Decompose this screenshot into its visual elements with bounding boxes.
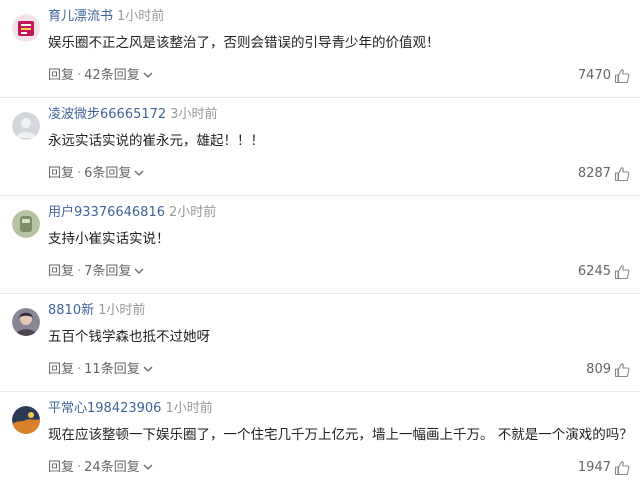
like-button[interactable]: 7470 bbox=[578, 67, 630, 85]
thumbs-up-icon bbox=[614, 461, 630, 476]
like-count: 809 bbox=[586, 362, 611, 377]
timestamp: 1小时前 bbox=[165, 401, 213, 416]
thumbs-up-icon bbox=[614, 167, 630, 182]
comment-meta: 凌波微步66665172 3小时前 bbox=[48, 106, 217, 124]
comment-text: 娱乐圈不正之风是该整治了，否则会错误的引导青少年的价值观！ bbox=[48, 35, 440, 51]
comment-item: 育儿漂流书 1小时前 娱乐圈不正之风是该整治了，否则会错误的引导青少年的价值观！ … bbox=[0, 0, 640, 98]
comment-text: 永远实话实说的崔永元，雄起！！！ bbox=[48, 133, 264, 149]
chevron-down-icon bbox=[134, 170, 144, 176]
comment-meta: 平常心198423906 1小时前 bbox=[48, 400, 213, 418]
chevron-down-icon bbox=[143, 464, 153, 470]
like-button[interactable]: 6245 bbox=[578, 263, 630, 281]
comment-actions: 回复 · 42条回复 bbox=[48, 67, 154, 85]
comment-actions: 回复 · 7条回复 bbox=[48, 263, 145, 281]
comment-item: 凌波微步66665172 3小时前 永远实话实说的崔永元，雄起！！！ 回复 · 6条回… bbox=[0, 98, 640, 196]
comment-list: 育儿漂流书 1小时前 娱乐圈不正之风是该整治了，否则会错误的引导青少年的价值观！ … bbox=[0, 0, 640, 497]
chevron-down-icon bbox=[143, 72, 153, 78]
comment-actions: 回复 · 6条回复 bbox=[48, 165, 145, 183]
comment-text: 现在应该整顿一下娱乐圈了，一个住宅几千万上亿元，墙上一幅画上千万。 不就是一个演… bbox=[48, 427, 633, 443]
comment-text: 五百个钱学森也抵不过她呀 bbox=[48, 329, 210, 345]
avatar[interactable] bbox=[12, 14, 40, 42]
comment-meta: 8810新 1小时前 bbox=[48, 302, 145, 320]
separator: · bbox=[77, 264, 82, 279]
separator: · bbox=[77, 166, 82, 181]
username[interactable]: 平常心198423906 bbox=[48, 401, 161, 416]
like-button[interactable]: 809 bbox=[586, 361, 630, 379]
comment-meta: 育儿漂流书 1小时前 bbox=[48, 8, 164, 26]
like-count: 6245 bbox=[577, 264, 611, 279]
replies-count: 24条回复 bbox=[84, 460, 140, 475]
timestamp: 2小时前 bbox=[168, 205, 217, 220]
separator: · bbox=[77, 362, 82, 377]
view-replies-button[interactable]: 24条回复 bbox=[84, 460, 154, 475]
username[interactable]: 育儿漂流书 bbox=[48, 9, 113, 24]
avatar[interactable] bbox=[12, 406, 40, 434]
reply-button[interactable]: 回复 bbox=[48, 166, 74, 181]
like-count: 1947 bbox=[577, 460, 611, 475]
view-replies-button[interactable]: 7条回复 bbox=[84, 264, 145, 279]
reply-button[interactable]: 回复 bbox=[48, 460, 74, 475]
replies-count: 11条回复 bbox=[84, 362, 140, 377]
timestamp: 1小时前 bbox=[117, 9, 165, 24]
separator: · bbox=[77, 460, 82, 475]
comment-item: 用户93376646816 2小时前 支持小崔实话实说！ 回复 · 7条回复 6245 bbox=[0, 196, 640, 294]
replies-count: 42条回复 bbox=[84, 68, 140, 83]
username[interactable]: 8810新 bbox=[48, 303, 94, 318]
avatar[interactable] bbox=[12, 210, 40, 238]
comment-item: 平常心198423906 1小时前 现在应该整顿一下娱乐圈了，一个住宅几千万上亿元… bbox=[0, 392, 640, 490]
thumbs-up-icon bbox=[614, 363, 630, 378]
avatar[interactable] bbox=[12, 112, 40, 140]
separator: · bbox=[77, 68, 82, 83]
comment-meta: 用户93376646816 2小时前 bbox=[48, 204, 216, 222]
reply-button[interactable]: 回复 bbox=[48, 362, 74, 377]
timestamp: 3小时前 bbox=[170, 107, 218, 122]
thumbs-up-icon bbox=[614, 69, 630, 84]
replies-count: 7条回复 bbox=[84, 264, 132, 279]
comment-item: 8810新 1小时前 五百个钱学森也抵不过她呀 回复 · 11条回复 809 bbox=[0, 294, 640, 392]
reply-button[interactable]: 回复 bbox=[48, 264, 74, 279]
thumbs-up-icon bbox=[614, 265, 630, 280]
chevron-down-icon bbox=[143, 366, 153, 372]
replies-count: 6条回复 bbox=[84, 166, 132, 181]
avatar[interactable] bbox=[12, 308, 40, 336]
like-button[interactable]: 1947 bbox=[578, 459, 630, 477]
comment-actions: 回复 · 24条回复 bbox=[48, 459, 154, 477]
comment-text: 支持小崔实话实说！ bbox=[48, 231, 170, 247]
username[interactable]: 用户93376646816 bbox=[48, 205, 165, 220]
like-button[interactable]: 8287 bbox=[578, 165, 630, 183]
chevron-down-icon bbox=[134, 268, 144, 274]
view-replies-button[interactable]: 11条回复 bbox=[84, 362, 154, 377]
username[interactable]: 凌波微步66665172 bbox=[48, 107, 166, 122]
view-replies-button[interactable]: 6条回复 bbox=[84, 166, 145, 181]
like-count: 7470 bbox=[577, 68, 611, 83]
comment-actions: 回复 · 11条回复 bbox=[48, 361, 154, 379]
like-count: 8287 bbox=[577, 166, 611, 181]
reply-button[interactable]: 回复 bbox=[48, 68, 74, 83]
timestamp: 1小时前 bbox=[98, 303, 146, 318]
view-replies-button[interactable]: 42条回复 bbox=[84, 68, 154, 83]
